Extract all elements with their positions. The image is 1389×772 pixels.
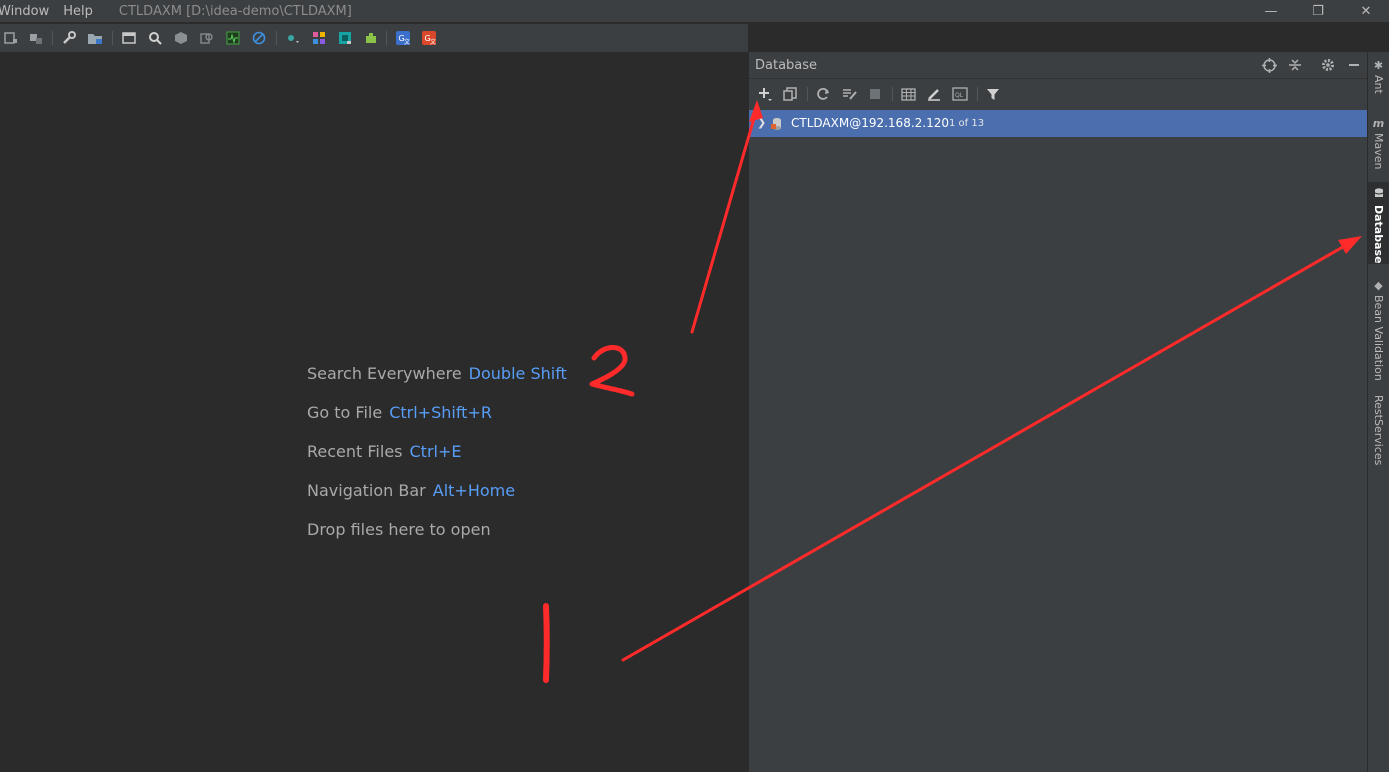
- tab-label: Database: [1372, 205, 1385, 264]
- monitor-icon[interactable]: [225, 30, 241, 46]
- svg-text:文: 文: [404, 38, 410, 46]
- svg-text:QL: QL: [955, 92, 964, 99]
- hint-shortcut: Double Shift: [468, 364, 567, 383]
- minimize-button[interactable]: —: [1248, 0, 1294, 22]
- ant-icon: ✱: [1373, 59, 1384, 72]
- menu-window[interactable]: Window: [0, 4, 49, 19]
- build-icon[interactable]: [28, 30, 44, 46]
- no-entry-icon[interactable]: [251, 30, 267, 46]
- hint-action: Go to File: [307, 403, 383, 422]
- copy-icon[interactable]: [782, 86, 798, 102]
- hint-recent-files: Recent Files Ctrl+E: [307, 442, 461, 461]
- translate-alt-icon[interactable]: G文: [421, 30, 437, 46]
- hint-action: Recent Files: [307, 442, 403, 461]
- refresh-icon[interactable]: [815, 86, 831, 102]
- hint-action: Drop files here to open: [307, 520, 491, 539]
- menu-help[interactable]: Help: [63, 4, 93, 19]
- hint-shortcut: Ctrl+E: [409, 442, 462, 461]
- tab-label: Ant: [1372, 75, 1385, 94]
- hint-navigation-bar: Navigation Bar Alt+Home: [307, 481, 515, 500]
- tab-bean-validation[interactable]: ◆ Bean Validation: [1368, 274, 1389, 381]
- schema-edit-icon[interactable]: [841, 86, 857, 102]
- search-icon[interactable]: [147, 30, 163, 46]
- datasource-count: 1 of 13: [949, 118, 985, 129]
- hide-icon[interactable]: [1346, 57, 1362, 73]
- hint-go-to-file: Go to File Ctrl+Shift+R: [307, 403, 492, 422]
- datasource-name: CTLDAXM@192.168.2.120: [791, 116, 949, 130]
- toolbar-separator: [112, 31, 113, 45]
- tab-label: Bean Validation: [1372, 295, 1385, 381]
- filter-icon[interactable]: [985, 86, 1001, 102]
- maven-icon: m: [1372, 117, 1385, 130]
- tab-restservices[interactable]: RestServices: [1368, 392, 1389, 472]
- datasource-icon: [771, 117, 783, 130]
- terminal-icon[interactable]: [121, 30, 137, 46]
- edit-icon[interactable]: [926, 86, 942, 102]
- svg-text:文: 文: [430, 38, 436, 46]
- hint-search-everywhere: Search Everywhere Double Shift: [307, 364, 567, 383]
- project-structure-icon[interactable]: [3, 30, 19, 46]
- tab-ant[interactable]: ✱ Ant: [1368, 54, 1389, 100]
- hint-drop-files: Drop files here to open: [307, 520, 491, 539]
- tab-label: RestServices: [1372, 395, 1385, 466]
- tab-label: Maven: [1372, 133, 1385, 170]
- collapse-icon[interactable]: [1287, 57, 1303, 73]
- add-icon[interactable]: [757, 86, 773, 102]
- bean-validation-icon: ◆: [1374, 279, 1383, 292]
- restore-button[interactable]: ❐: [1295, 0, 1341, 22]
- translate-icon[interactable]: G文: [395, 30, 411, 46]
- wrench-icon[interactable]: [61, 30, 77, 46]
- hint-shortcut: Alt+Home: [432, 481, 516, 500]
- database-panel: Database QL ❯ CTLDAXM@192.168.2.120 1 of…: [748, 52, 1368, 772]
- database-panel-header: Database: [749, 52, 1368, 79]
- tab-database[interactable]: Database: [1368, 182, 1389, 264]
- hexagon-icon[interactable]: [173, 30, 189, 46]
- table-icon[interactable]: [900, 86, 916, 102]
- hint-shortcut: Ctrl+Shift+R: [389, 403, 492, 422]
- title-bar: Window Help CTLDAXM [D:\idea-demo\CTLDAX…: [0, 0, 1389, 22]
- tree-datasource-row[interactable]: ❯ CTLDAXM@192.168.2.120 1 of 13: [749, 110, 1367, 137]
- puzzle-icon[interactable]: [363, 30, 379, 46]
- toolbar-separator: [892, 87, 893, 101]
- sql-console-icon[interactable]: QL: [952, 86, 968, 102]
- database-toolbar: QL: [749, 80, 1368, 108]
- right-tool-strip: ✱ Ant m Maven Database ◆ Bean Validation…: [1367, 52, 1389, 772]
- tab-maven[interactable]: m Maven: [1368, 112, 1389, 176]
- toolbar-separator: [386, 31, 387, 45]
- close-button[interactable]: ✕: [1343, 0, 1389, 22]
- hint-action: Navigation Bar: [307, 481, 426, 500]
- toolbar-separator: [977, 87, 978, 101]
- qr-icon[interactable]: [337, 30, 353, 46]
- stop-icon[interactable]: [867, 86, 883, 102]
- database-panel-title: Database: [755, 58, 818, 73]
- toolbar-separator: [276, 31, 277, 45]
- toolbar-separator: [807, 87, 808, 101]
- gear-icon[interactable]: [1320, 57, 1336, 73]
- expand-arrow-icon[interactable]: ❯: [757, 116, 766, 129]
- find-usages-icon[interactable]: [199, 30, 215, 46]
- navigate-icon[interactable]: [285, 30, 301, 46]
- hint-action: Search Everywhere: [307, 364, 462, 383]
- database-icon: [1374, 188, 1384, 202]
- main-toolbar: G文 G文: [0, 24, 748, 52]
- toolbar-separator: [52, 31, 53, 45]
- window-title: CTLDAXM [D:\idea-demo\CTLDAXM]: [118, 3, 352, 19]
- plugin-grid-icon[interactable]: [311, 30, 327, 46]
- target-icon[interactable]: [1261, 57, 1277, 73]
- folder-icon[interactable]: [87, 30, 103, 46]
